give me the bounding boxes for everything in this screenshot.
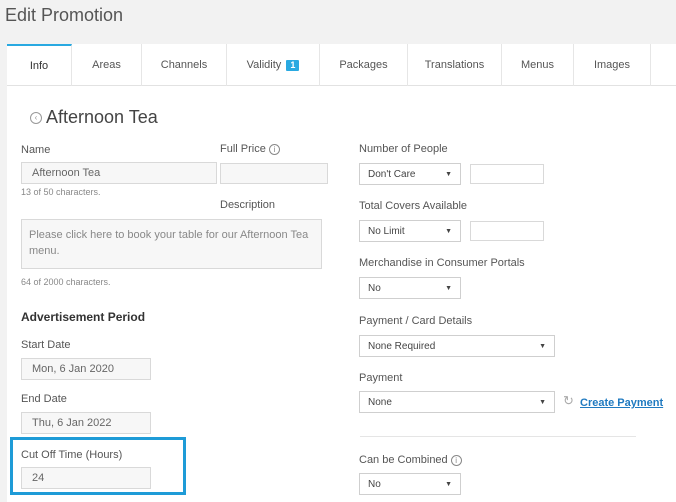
start-date-label: Start Date	[21, 339, 71, 351]
section-divider	[360, 436, 636, 437]
tab-packages[interactable]: Packages	[320, 44, 408, 86]
cutoff-time-input[interactable]: 24	[21, 467, 151, 489]
tab-validity[interactable]: Validity 1	[227, 44, 320, 86]
select-value: None Required	[368, 340, 436, 352]
select-value: Don't Care	[368, 168, 416, 180]
can-be-combined-label-wrap: Can be Combined i	[359, 454, 462, 466]
caret-down-icon: ▼	[445, 170, 452, 178]
select-value: None	[368, 396, 392, 408]
advertisement-period-heading: Advertisement Period	[21, 310, 146, 324]
tab-label: Translations	[424, 59, 485, 71]
merchandise-label: Merchandise in Consumer Portals	[359, 257, 525, 269]
description-char-count: 64 of 2000 characters.	[21, 277, 111, 287]
total-covers-label: Total Covers Available	[359, 200, 468, 212]
cutoff-time-label: Cut Off Time (Hours)	[21, 449, 123, 461]
name-input[interactable]: Afternoon Tea	[21, 162, 217, 184]
tab-label: Info	[29, 60, 49, 72]
full-price-input[interactable]	[220, 163, 328, 184]
total-covers-input[interactable]	[470, 221, 544, 241]
full-price-label-wrap: Full Price i	[220, 143, 280, 155]
caret-down-icon: ▼	[445, 227, 452, 235]
create-payment-link[interactable]: Create Payment	[580, 397, 663, 409]
description-label: Description	[220, 199, 276, 211]
select-value: No	[368, 282, 381, 294]
total-covers-select[interactable]: No Limit ▼	[359, 220, 461, 242]
caret-down-icon: ▼	[539, 398, 546, 406]
name-label: Name	[21, 144, 51, 156]
tab-label: Packages	[339, 59, 388, 71]
select-value: No	[368, 478, 381, 490]
caret-down-icon: ▼	[445, 284, 452, 292]
full-price-label: Full Price	[220, 143, 266, 155]
can-be-combined-select[interactable]: No ▼	[359, 473, 461, 495]
select-value: No Limit	[368, 225, 405, 237]
validity-count-badge: 1	[286, 59, 300, 71]
payment-label: Payment	[359, 372, 403, 384]
tab-areas[interactable]: Areas	[72, 44, 142, 86]
tab-info[interactable]: Info	[7, 44, 72, 86]
merchandise-select[interactable]: No ▼	[359, 277, 461, 299]
payment-card-details-label: Payment / Card Details	[359, 315, 473, 327]
end-date-input[interactable]: Thu, 6 Jan 2022	[21, 412, 151, 434]
tab-channels[interactable]: Channels	[142, 44, 227, 86]
tab-label: Channels	[160, 59, 208, 71]
number-of-people-input[interactable]	[470, 164, 544, 184]
tab-menus[interactable]: Menus	[502, 44, 574, 86]
tab-images[interactable]: Images	[574, 44, 651, 86]
name-char-count: 13 of 50 characters.	[21, 187, 101, 197]
tab-translations[interactable]: Translations	[408, 44, 502, 86]
page-title: Edit Promotion	[5, 5, 124, 25]
payment-select[interactable]: None ▼	[359, 391, 555, 413]
info-icon[interactable]: i	[268, 143, 280, 155]
caret-down-icon: ▼	[539, 342, 546, 350]
payment-card-details-select[interactable]: None Required ▼	[359, 335, 555, 357]
number-of-people-select[interactable]: Don't Care ▼	[359, 163, 461, 185]
start-date-input[interactable]: Mon, 6 Jan 2020	[21, 358, 151, 380]
end-date-label: End Date	[21, 393, 67, 405]
tab-label: Areas	[92, 59, 121, 71]
promotion-name: Afternoon Tea	[46, 107, 158, 127]
back-icon[interactable]: ‹	[30, 111, 42, 124]
can-be-combined-label: Can be Combined	[359, 454, 448, 466]
tab-bar: Info Areas Channels Validity 1 Packages T…	[7, 44, 676, 86]
refresh-icon[interactable]: ↻	[563, 393, 574, 409]
info-icon[interactable]: i	[450, 454, 462, 466]
description-textarea[interactable]: Please click here to book your table for…	[21, 219, 322, 269]
tab-label: Images	[593, 59, 631, 71]
caret-down-icon: ▼	[445, 480, 452, 488]
number-of-people-label: Number of People	[359, 143, 448, 155]
promotion-title: ‹ Afternoon Tea	[30, 107, 158, 128]
tab-label: Validity	[246, 59, 282, 71]
tab-label: Menus	[520, 59, 555, 71]
